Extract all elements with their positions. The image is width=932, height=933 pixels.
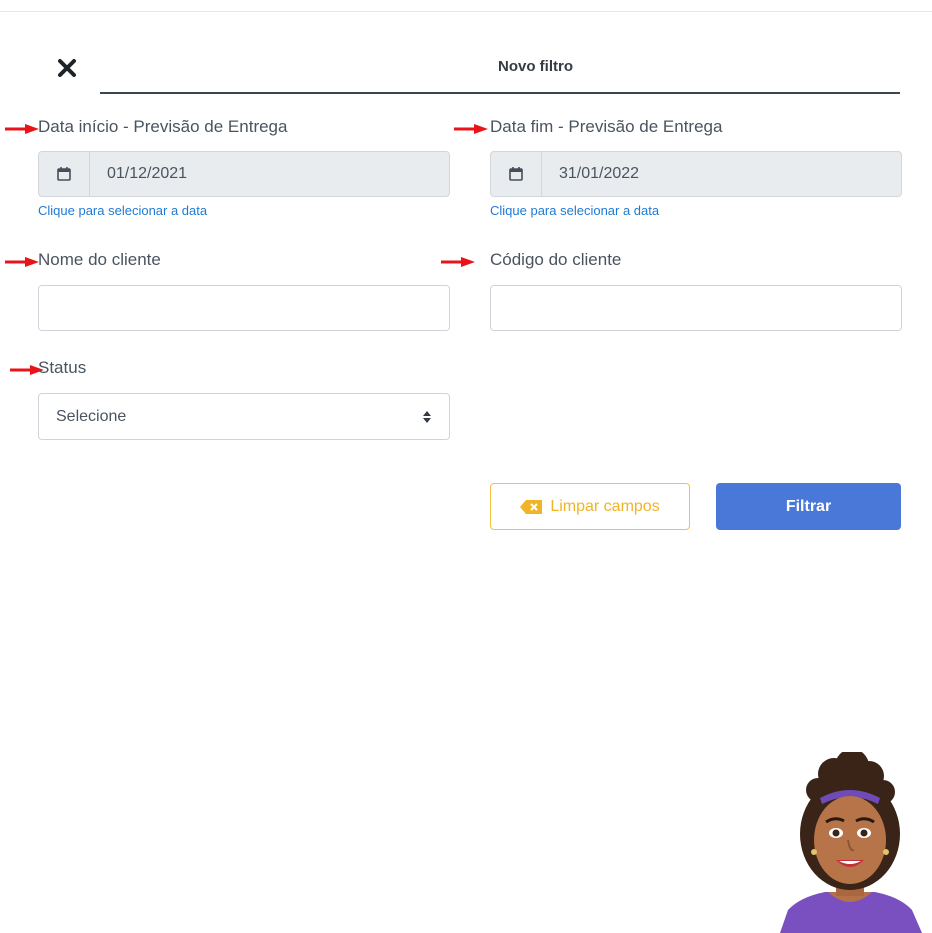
client-name-label: Nome do cliente [38,250,161,269]
title-underline [100,92,900,94]
end-date-input[interactable]: 31/01/2022 [490,151,902,197]
red-arrow-icon [5,124,39,134]
sort-icon [423,410,431,423]
client-code-label: Código do cliente [490,250,622,269]
client-code-input[interactable] [490,285,902,331]
panel-title: Novo filtro [498,58,573,75]
calendar-icon [57,167,71,181]
backspace-icon [520,499,543,514]
filter-panel: Novo filtro Data início - Previsão de En… [0,0,932,933]
filter-button[interactable]: Filtrar [716,483,901,530]
end-date-hint[interactable]: Clique para selecionar a data [490,203,659,218]
red-arrow-icon [441,257,475,267]
start-date-addon [39,152,90,196]
end-date-addon [491,152,542,196]
calendar-icon [509,167,523,181]
top-divider [0,11,932,12]
end-date-label: Data fim - Previsão de Entrega [490,117,723,136]
clear-fields-label: Limpar campos [550,497,660,515]
start-date-hint[interactable]: Clique para selecionar a data [38,203,207,218]
red-arrow-icon [5,257,39,267]
red-arrow-icon [454,124,488,134]
clear-fields-button[interactable]: Limpar campos [490,483,690,530]
status-label: Status [38,358,87,377]
close-icon [58,59,76,77]
start-date-label: Data início - Previsão de Entrega [38,117,288,136]
filter-label: Filtrar [785,497,832,515]
status-select[interactable]: Selecione [38,393,450,440]
start-date-input[interactable]: 01/12/2021 [38,151,450,197]
end-date-value: 31/01/2022 [559,165,640,182]
client-name-input[interactable] [38,285,450,331]
status-selected-value: Selecione [56,407,127,425]
start-date-value: 01/12/2021 [107,165,188,182]
assistant-avatar [780,752,922,933]
close-button[interactable] [54,55,80,81]
